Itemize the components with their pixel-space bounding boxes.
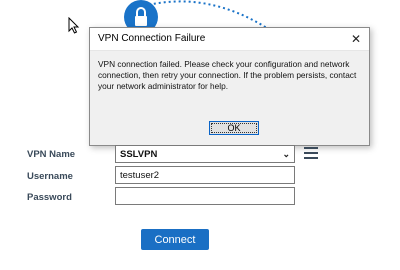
password-label: Password: [27, 192, 72, 203]
connect-button[interactable]: Connect: [141, 229, 209, 250]
vpn-name-select[interactable]: SSLVPN ⌄: [115, 145, 295, 163]
vpn-name-value: SSLVPN: [120, 148, 158, 160]
dialog-titlebar: VPN Connection Failure ✕: [90, 28, 369, 51]
password-field[interactable]: [115, 187, 295, 205]
close-icon[interactable]: ✕: [347, 30, 365, 48]
menu-icon[interactable]: [304, 147, 318, 159]
cursor-icon: [68, 17, 80, 34]
username-field[interactable]: [115, 166, 295, 184]
dialog-title: VPN Connection Failure: [98, 33, 206, 44]
vpn-name-label: VPN Name: [27, 149, 76, 160]
chevron-down-icon: ⌄: [282, 148, 290, 159]
username-label: Username: [27, 171, 73, 182]
dialog-message: VPN connection failed. Please check your…: [98, 59, 357, 91]
ok-button[interactable]: OK: [209, 121, 259, 135]
error-dialog: VPN Connection Failure ✕ VPN connection …: [89, 27, 370, 146]
